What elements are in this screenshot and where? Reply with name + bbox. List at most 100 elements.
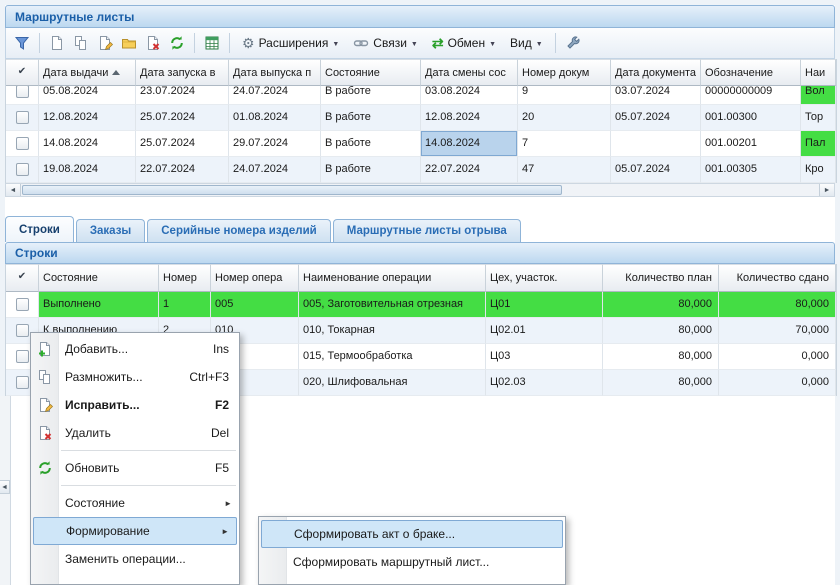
column-header[interactable]: Количество план bbox=[603, 264, 719, 292]
cell[interactable]: 05.07.2024 bbox=[611, 105, 701, 131]
copy-document-button[interactable] bbox=[69, 31, 93, 55]
cell[interactable]: 23.07.2024 bbox=[136, 86, 229, 105]
cell[interactable]: 29.07.2024 bbox=[229, 131, 321, 157]
cell[interactable]: 00000000009 bbox=[701, 86, 801, 105]
cell[interactable]: 9 bbox=[518, 86, 611, 105]
cell[interactable]: 020, Шлифовальная bbox=[299, 370, 486, 396]
row-select-cell[interactable] bbox=[6, 86, 39, 105]
cell[interactable]: 7 bbox=[518, 131, 611, 157]
context-menu-item[interactable]: ОбновитьF5 bbox=[31, 454, 239, 482]
cell[interactable]: 001.00300 bbox=[701, 105, 801, 131]
cell[interactable]: В работе bbox=[321, 86, 421, 105]
table-row[interactable]: 14.08.202425.07.202429.07.2024В работе14… bbox=[6, 131, 836, 157]
context-menu-item[interactable]: Формирование► bbox=[33, 517, 237, 545]
cell[interactable]: 25.07.2024 bbox=[136, 131, 229, 157]
cell[interactable]: 05.07.2024 bbox=[611, 157, 701, 183]
cell[interactable]: 001.00201 bbox=[701, 131, 801, 157]
cell[interactable]: 1 bbox=[159, 292, 211, 318]
cell[interactable]: Ц01 bbox=[486, 292, 603, 318]
cell[interactable]: 03.08.2024 bbox=[421, 86, 518, 105]
view-menu-button[interactable]: Вид▼ bbox=[503, 33, 550, 53]
left-vertical-scrollbar[interactable]: ◄ bbox=[0, 396, 11, 585]
row-checkbox[interactable] bbox=[16, 163, 29, 176]
row-select-cell[interactable] bbox=[6, 292, 39, 318]
column-header[interactable]: Количество сдано bbox=[719, 264, 836, 292]
cell[interactable]: 05.08.2024 bbox=[39, 86, 136, 105]
open-folder-button[interactable] bbox=[117, 31, 141, 55]
cell[interactable]: 22.07.2024 bbox=[421, 157, 518, 183]
column-header[interactable]: Номер bbox=[159, 264, 211, 292]
row-select-cell[interactable] bbox=[6, 105, 39, 131]
cell[interactable]: В работе bbox=[321, 157, 421, 183]
context-menu-item[interactable]: Размножить...Ctrl+F3 bbox=[31, 363, 239, 391]
cell[interactable]: Кро bbox=[801, 157, 836, 183]
cell[interactable]: В работе bbox=[321, 131, 421, 157]
cell[interactable]: Выполнено bbox=[39, 292, 159, 318]
cell[interactable]: 015, Термообработка bbox=[299, 344, 486, 370]
context-menu-item[interactable]: Состояние► bbox=[31, 489, 239, 517]
filter-button[interactable] bbox=[10, 31, 34, 55]
cell[interactable]: 001.00305 bbox=[701, 157, 801, 183]
column-header[interactable]: Состояние bbox=[321, 59, 421, 86]
scroll-left-icon[interactable]: ◄ bbox=[6, 184, 21, 196]
column-header[interactable]: ✔ bbox=[6, 264, 39, 292]
column-header[interactable]: Цех, участок. bbox=[486, 264, 603, 292]
cell[interactable]: Пал bbox=[801, 131, 836, 157]
cell[interactable]: 20 bbox=[518, 105, 611, 131]
cell[interactable]: 80,000 bbox=[603, 344, 719, 370]
context-menu-item[interactable]: Добавить...Ins bbox=[31, 335, 239, 363]
excel-export-button[interactable] bbox=[200, 31, 224, 55]
cell[interactable]: 0,000 bbox=[719, 344, 836, 370]
cell[interactable]: В работе bbox=[321, 105, 421, 131]
delete-document-button[interactable] bbox=[141, 31, 165, 55]
cell[interactable]: 010, Токарная bbox=[299, 318, 486, 344]
cell[interactable] bbox=[611, 131, 701, 157]
cell[interactable]: 80,000 bbox=[719, 292, 836, 318]
cell[interactable]: 47 bbox=[518, 157, 611, 183]
new-document-button[interactable] bbox=[45, 31, 69, 55]
row-checkbox[interactable] bbox=[16, 298, 29, 311]
cell[interactable]: Ц03 bbox=[486, 344, 603, 370]
row-checkbox[interactable] bbox=[16, 350, 29, 363]
upper-table-hscrollbar[interactable]: ◄ ► bbox=[5, 183, 835, 197]
cell[interactable]: 24.07.2024 bbox=[229, 157, 321, 183]
hscrollbar-thumb[interactable] bbox=[22, 185, 562, 195]
cell[interactable]: 12.08.2024 bbox=[39, 105, 136, 131]
column-header[interactable]: Дата запуска в bbox=[136, 59, 229, 86]
column-header[interactable]: Дата документа bbox=[611, 59, 701, 86]
refresh-button[interactable] bbox=[165, 31, 189, 55]
scroll-right-icon[interactable]: ► bbox=[819, 184, 834, 196]
cell[interactable]: 01.08.2024 bbox=[229, 105, 321, 131]
table-row[interactable]: 12.08.202425.07.202401.08.2024В работе12… bbox=[6, 105, 836, 131]
cell[interactable]: Тор bbox=[801, 105, 836, 131]
context-menu-item[interactable]: Сформировать маршрутный лист... bbox=[259, 548, 565, 576]
context-menu-item[interactable]: УдалитьDel bbox=[31, 419, 239, 447]
row-checkbox[interactable] bbox=[16, 86, 29, 98]
tab-orders[interactable]: Заказы bbox=[76, 219, 145, 242]
cell[interactable]: 80,000 bbox=[603, 318, 719, 344]
cell[interactable]: 22.07.2024 bbox=[136, 157, 229, 183]
cell[interactable]: 12.08.2024 bbox=[421, 105, 518, 131]
exchange-menu-button[interactable]: ⇄Обмен▼ bbox=[425, 33, 503, 54]
tab-tear-off-route-sheets[interactable]: Маршрутные листы отрыва bbox=[333, 219, 521, 242]
extensions-menu-button[interactable]: ⚙Расширения▼ bbox=[235, 33, 346, 54]
column-header[interactable]: Наименование операции bbox=[299, 264, 486, 292]
settings-wrench-button[interactable] bbox=[561, 31, 585, 55]
cell[interactable]: Вол bbox=[801, 86, 836, 105]
column-header[interactable]: Состояние bbox=[39, 264, 159, 292]
table-row[interactable]: Выполнено1005005, Заготовительная отрезн… bbox=[6, 292, 836, 318]
column-header[interactable]: Номер докум bbox=[518, 59, 611, 86]
cell[interactable]: 80,000 bbox=[603, 370, 719, 396]
cell[interactable]: 24.07.2024 bbox=[229, 86, 321, 105]
tab-serial-numbers[interactable]: Серийные номера изделий bbox=[147, 219, 331, 242]
column-header[interactable]: Номер опера bbox=[211, 264, 299, 292]
row-checkbox[interactable] bbox=[16, 137, 29, 150]
row-checkbox[interactable] bbox=[16, 111, 29, 124]
cell[interactable]: 005, Заготовительная отрезная bbox=[299, 292, 486, 318]
column-header[interactable]: Дата смены сос bbox=[421, 59, 518, 86]
column-header[interactable]: Дата выпуска п bbox=[229, 59, 321, 86]
row-checkbox[interactable] bbox=[16, 324, 29, 337]
context-menu-item[interactable]: Сформировать акт о браке... bbox=[261, 520, 563, 548]
column-header[interactable]: Обозначение bbox=[701, 59, 801, 86]
tab-lines[interactable]: Строки bbox=[5, 216, 74, 242]
